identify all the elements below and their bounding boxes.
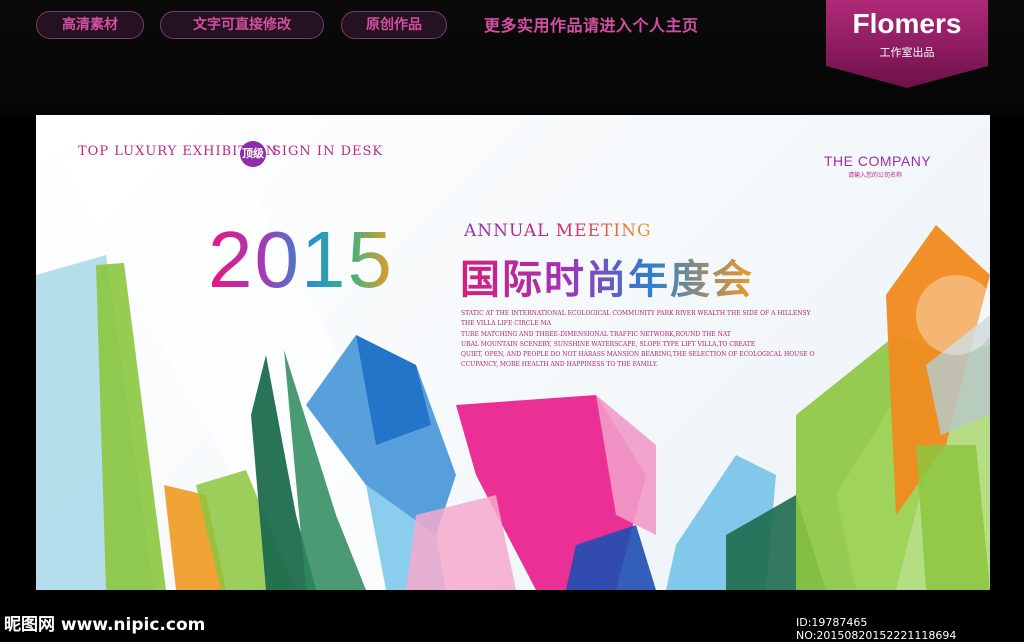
sign-in-desk-text: SIGN IN DESK xyxy=(272,144,384,159)
brand-subtitle: 工作室出品 xyxy=(879,46,935,59)
brand-name: Flomers xyxy=(852,8,962,39)
year-title: 2015 xyxy=(208,215,394,304)
banner: TOP LUXURY EXHIBITION 顶级 SIGN IN DESK TH… xyxy=(36,115,990,590)
tagline: 更多实用作品请进入个人主页 xyxy=(484,16,699,35)
pill-editable-text: 文字可直接修改 xyxy=(160,11,324,39)
top-bar: 高清素材 文字可直接修改 原创作品 更多实用作品请进入个人主页 Flomers … xyxy=(0,0,1024,115)
top-level-badge: 顶级 xyxy=(240,141,266,167)
image-id-text: ID:19787465 NO:20150820152221118694 xyxy=(796,616,957,642)
brand-badge: Flomers 工作室出品 xyxy=(826,0,988,88)
company-name-placeholder: 请输入您的公司名称 xyxy=(848,172,903,179)
event-title: 国际时尚年度会 xyxy=(460,247,754,305)
description-line: STATIC AT THE INTERNATIONAL ECOLOGICAL C… xyxy=(461,310,811,317)
pill-hd-material: 高清素材 xyxy=(36,11,144,39)
description-line: TURE MATCHING AND THREE-DIMENSIONAL TRAF… xyxy=(461,330,731,338)
description-line: URAL MOUNTAIN SCENERY, SUNSHINE WATERSCA… xyxy=(461,340,756,348)
description-line: CCUPANCY, MORE HEALTH AND HAPPINESS TO T… xyxy=(461,361,658,369)
annual-meeting-title: ANNUAL MEETING xyxy=(464,221,652,241)
nipic-watermark: 昵图网 www.nipic.com xyxy=(4,615,206,635)
pill-original-work: 原创作品 xyxy=(341,11,447,39)
description-line: QUIET, OPEN, AND PEOPLE DO NOT HARASS MA… xyxy=(461,351,815,359)
description-line: THE VILLA LIFE CIRCLE MA xyxy=(461,320,552,328)
company-name: THE COMPANY xyxy=(824,153,932,169)
description-text: STATIC AT THE INTERNATIONAL ECOLOGICAL C… xyxy=(461,309,821,371)
